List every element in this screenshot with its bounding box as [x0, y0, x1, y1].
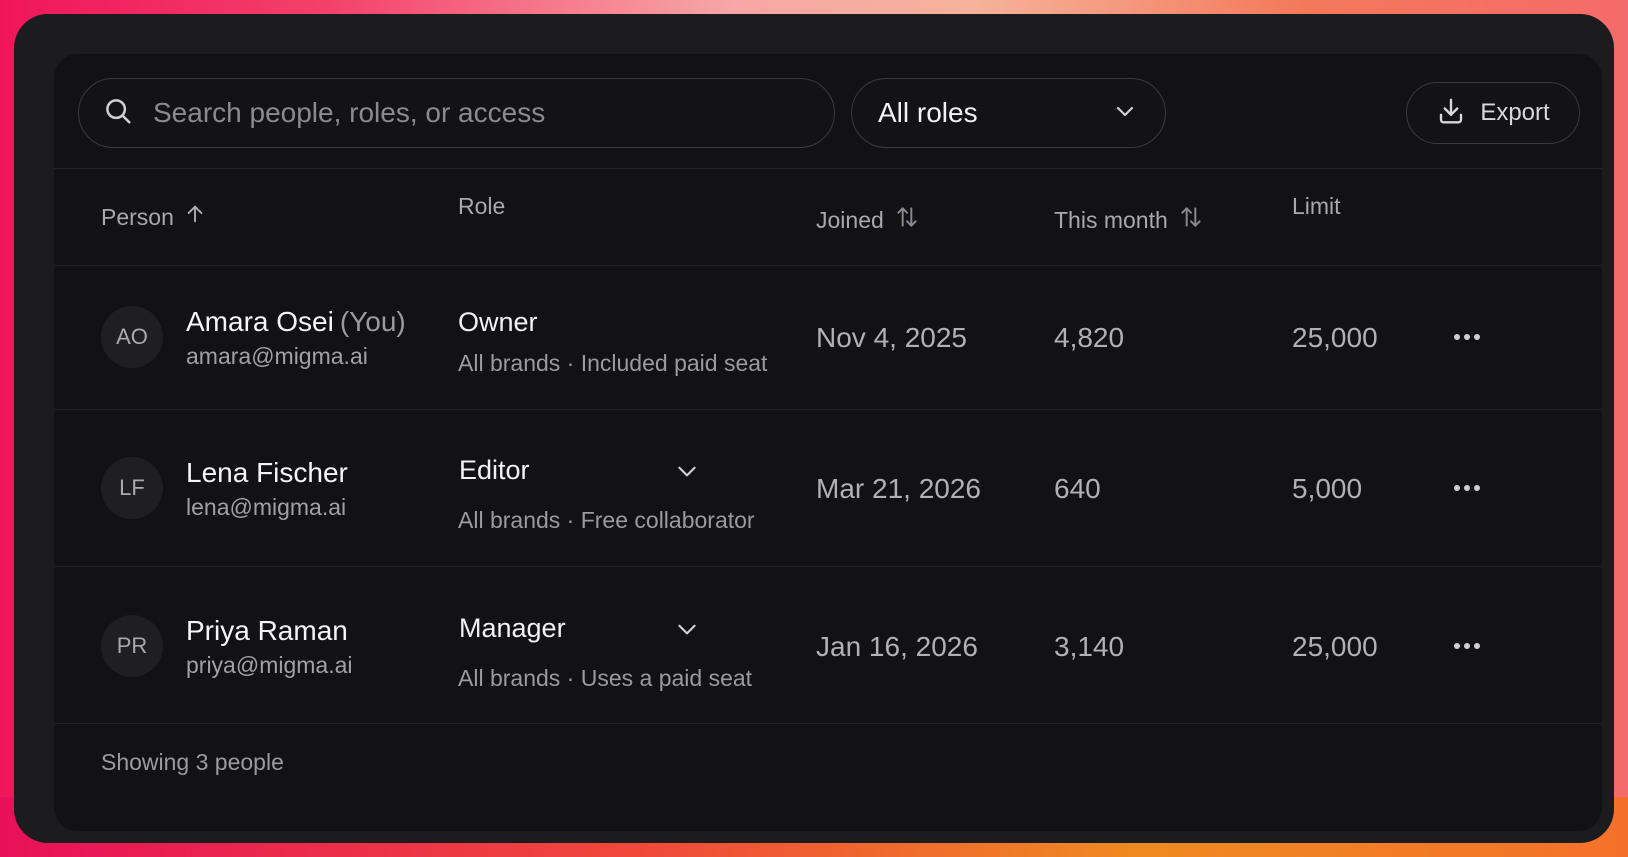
divider: [54, 168, 1602, 169]
app-window: Search people, roles, or access All role…: [14, 14, 1614, 843]
export-button[interactable]: Export: [1406, 82, 1580, 144]
people-count: Showing 3 people: [101, 749, 284, 775]
header-role: Role: [458, 193, 505, 220]
search-input[interactable]: Search people, roles, or access: [78, 78, 835, 148]
download-icon: [1436, 96, 1466, 131]
avatar: PR: [101, 615, 163, 677]
role-select[interactable]: Editor: [459, 455, 530, 486]
person-email: priya@migma.ai: [186, 652, 353, 678]
role-detail: All brands · Free collaborator: [458, 507, 755, 533]
avatar: AO: [101, 306, 163, 368]
you-tag: (You): [339, 306, 406, 337]
table-row[interactable]: LF Lena Fischer lena@migma.ai Editor All…: [54, 410, 1602, 566]
sort-icon: [1178, 204, 1204, 236]
search-placeholder: Search people, roles, or access: [153, 97, 546, 128]
table-row[interactable]: PR Priya Raman priya@migma.ai Manager Al…: [54, 567, 1602, 723]
joined-date: Mar 21, 2026: [816, 473, 981, 504]
person-name: Lena Fischer: [186, 457, 348, 488]
avatar: LF: [101, 457, 163, 519]
more-options-icon[interactable]: [1454, 641, 1484, 651]
header-person[interactable]: Person: [101, 203, 206, 231]
header-person-label: Person: [101, 203, 174, 230]
sort-icon: [894, 204, 920, 236]
search-icon: [103, 96, 133, 131]
person-name: Amara Osei (You): [186, 306, 406, 338]
header-limit: Limit: [1292, 193, 1341, 220]
role-filter-value: All roles: [878, 97, 978, 128]
chevron-down-icon: [1113, 99, 1137, 128]
role-detail: All brands · Included paid seat: [458, 350, 768, 376]
person-name-text: Amara Osei: [186, 306, 334, 337]
header-this-month-label: This month: [1054, 206, 1168, 233]
this-month-value: 640: [1054, 473, 1101, 504]
role-filter-dropdown[interactable]: All roles: [851, 78, 1166, 148]
table-row[interactable]: AO Amara Osei (You) amara@migma.ai Owner …: [54, 266, 1602, 409]
toolbar: Search people, roles, or access All role…: [54, 54, 1602, 174]
limit-value: 25,000: [1292, 322, 1378, 353]
header-role-label: Role: [458, 193, 506, 219]
limit-value: 25,000: [1292, 631, 1378, 662]
this-month-value: 3,140: [1054, 631, 1125, 662]
more-options-icon[interactable]: [1454, 332, 1484, 342]
arrow-up-icon: [184, 203, 206, 231]
person-name: Priya Raman: [186, 615, 348, 646]
header-this-month[interactable]: This month: [1054, 204, 1204, 236]
joined-date: Jan 16, 2026: [816, 631, 978, 662]
role-detail: All brands · Uses a paid seat: [458, 665, 753, 691]
more-options-icon[interactable]: [1454, 483, 1484, 493]
header-limit-label: Limit: [1292, 193, 1341, 219]
header-joined-label: Joined: [816, 206, 884, 233]
chevron-down-icon[interactable]: [674, 458, 700, 484]
role-label: Owner: [458, 307, 538, 337]
role-select[interactable]: Manager: [459, 613, 566, 644]
person-email: amara@migma.ai: [186, 343, 368, 369]
header-joined[interactable]: Joined: [816, 204, 920, 236]
chevron-down-icon[interactable]: [674, 616, 700, 642]
table-header: Person Role Joined This month Limit: [54, 174, 1602, 274]
people-panel: Search people, roles, or access All role…: [54, 54, 1602, 831]
export-label: Export: [1480, 99, 1550, 126]
limit-value: 5,000: [1292, 473, 1363, 504]
person-email: lena@migma.ai: [186, 494, 347, 520]
divider: [54, 723, 1602, 724]
joined-date: Nov 4, 2025: [816, 322, 967, 353]
this-month-value: 4,820: [1054, 322, 1125, 353]
